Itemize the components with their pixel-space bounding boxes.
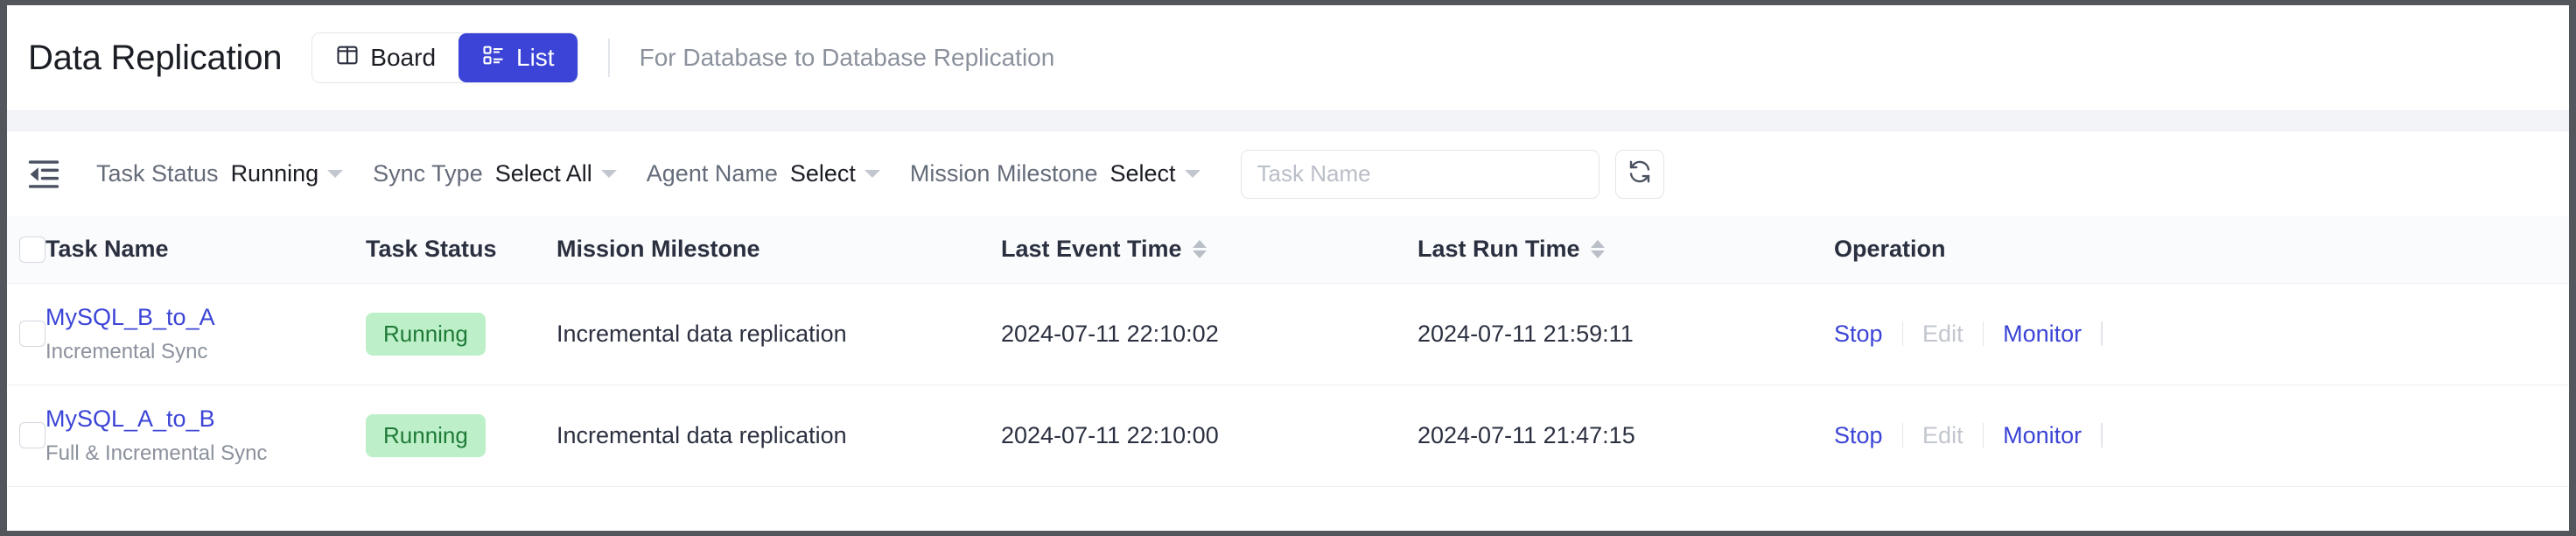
operation-separator [1982,423,1984,448]
filter-mission-milestone-value: Select [1110,160,1176,187]
row-select-cell [7,283,46,384]
col-header-task-status: Task Status [366,216,556,284]
board-icon [335,43,360,74]
cell-last-event-time: 2024-07-11 22:10:02 [1001,320,1219,347]
page-header: Data Replication Board List For Database… [7,5,2569,110]
col-header-operation-label: Operation [1834,236,1946,263]
operation-separator [1901,423,1904,448]
cell-last-run-time: 2024-07-11 21:47:15 [1418,421,1635,448]
cell-mission-milestone: Incremental data replication [556,421,847,448]
edit-button: Edit [1922,320,1964,347]
tab-list[interactable]: List [458,33,578,82]
task-sync-type: Incremental Sync [46,339,208,363]
chevron-down-icon [600,170,617,178]
col-header-task-name: Task Name [46,216,366,284]
filter-sync-type[interactable]: Sync Type Select All [373,160,617,187]
chevron-down-icon [327,170,344,178]
filter-mission-milestone[interactable]: Mission Milestone Select [910,160,1200,187]
list-icon [481,43,506,74]
monitor-button[interactable]: Monitor [2003,422,2082,449]
col-header-task-status-label: Task Status [366,236,497,263]
col-header-mission-milestone-label: Mission Milestone [556,236,760,263]
tab-board[interactable]: Board [312,33,459,82]
task-sync-type: Full & Incremental Sync [46,441,268,465]
sort-ascending-icon [1590,240,1605,249]
filter-task-status-label: Task Status [96,160,219,187]
sort-icon[interactable] [1590,240,1605,259]
operation-separator [1982,321,1984,346]
table-row: MySQL_B_to_A Incremental Sync Running In… [7,283,2569,384]
sort-ascending-icon [1192,240,1207,249]
refresh-button[interactable] [1614,149,1664,199]
cell-task-status: Running [366,384,556,486]
row-checkbox[interactable] [19,321,46,347]
filter-mission-milestone-label: Mission Milestone [909,160,1098,187]
operation-separator [1901,321,1904,346]
task-name-link[interactable]: MySQL_B_to_A [46,304,366,331]
operation-separator [2101,321,2103,346]
cell-last-run-time: 2024-07-11 21:59:11 [1418,320,1634,347]
tab-board-label: Board [370,44,437,71]
filter-sync-type-label: Sync Type [373,160,483,187]
filter-agent-name-label: Agent Name [646,160,778,187]
chevron-down-icon [864,170,880,178]
tab-list-label: List [516,44,555,71]
cell-mission-milestone: Incremental data replication [556,320,847,347]
view-mode-toggle: Board List [312,32,578,83]
filter-agent-name[interactable]: Agent Name Select [647,160,880,187]
cell-operation: Stop Edit Monitor [1834,384,2569,486]
collapse-sidebar-icon[interactable] [21,159,66,189]
task-name-link[interactable]: MySQL_A_to_B [46,406,366,433]
cell-task-name: MySQL_A_to_B Full & Incremental Sync [46,384,366,486]
col-header-last-event-time-label: Last Event Time [1001,236,1182,263]
col-header-task-name-label: Task Name [46,236,169,263]
row-select-cell [7,384,46,486]
cell-task-status: Running [366,283,556,384]
filter-sync-type-value: Select All [494,160,592,187]
filter-bar: Task Status Running Sync Type Select All… [7,131,2569,216]
page-title: Data Replication [28,38,283,77]
filter-task-status[interactable]: Task Status Running [96,160,344,187]
table-header-row: Task Name Task Status Mission Milestone … [7,216,2569,284]
select-all-checkbox[interactable] [19,236,46,263]
section-divider-band [7,110,2569,131]
stop-button[interactable]: Stop [1834,422,1883,449]
col-header-mission-milestone: Mission Milestone [556,216,1001,284]
cell-task-name: MySQL_B_to_A Incremental Sync [46,283,366,384]
row-checkbox[interactable] [19,422,46,448]
page-subtitle: For Database to Database Replication [639,44,1055,71]
cell-last-event-time: 2024-07-11 22:10:00 [1001,421,1219,448]
status-badge: Running [366,413,486,457]
edit-button: Edit [1922,421,1964,448]
col-header-last-run-time-label: Last Run Time [1418,236,1580,263]
stop-button[interactable]: Stop [1834,321,1883,348]
app-window: Data Replication Board List For Database… [7,5,2569,531]
select-all-cell [7,216,46,284]
search-box[interactable] [1240,149,1600,199]
status-badge: Running [366,312,486,356]
sort-icon[interactable] [1192,240,1207,259]
tasks-table: Task Name Task Status Mission Milestone … [7,216,2569,487]
col-header-last-event-time[interactable]: Last Event Time [1001,216,1418,284]
monitor-button[interactable]: Monitor [2003,321,2082,348]
chevron-down-icon [1184,170,1200,178]
refresh-icon [1627,159,1653,189]
col-header-operation: Operation [1834,216,2569,284]
filter-agent-name-value: Select [789,160,856,187]
sort-descending-icon [1590,250,1605,259]
header-divider [607,39,610,77]
sort-descending-icon [1192,250,1207,259]
col-header-last-run-time[interactable]: Last Run Time [1418,216,1834,284]
search-input[interactable] [1256,160,1583,187]
cell-operation: Stop Edit Monitor [1834,283,2569,384]
operation-separator [2101,423,2103,448]
filter-task-status-value: Running [230,160,319,187]
table-row: MySQL_A_to_B Full & Incremental Sync Run… [7,384,2569,486]
